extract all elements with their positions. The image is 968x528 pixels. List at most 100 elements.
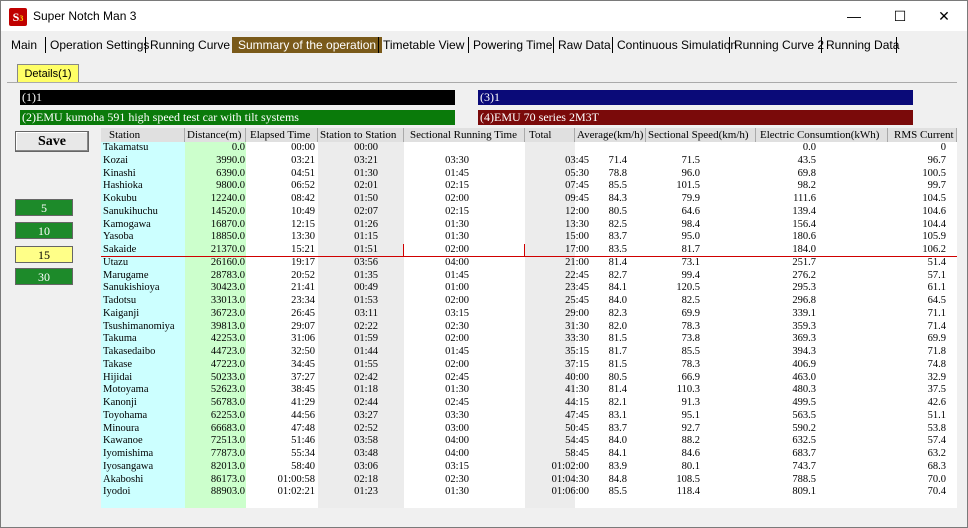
cell-sectional-running-time: 03:30 bbox=[445, 409, 469, 421]
cell-elapsed-time: 23:34 bbox=[291, 295, 315, 306]
cell-distance: 62253.0 bbox=[210, 409, 245, 421]
save-button[interactable]: Save bbox=[15, 131, 89, 152]
table-row[interactable]: Kinashi 6390.0 04:51 01:30 01:45 05:30 78.8 96.… bbox=[101, 168, 957, 181]
table-row[interactable]: Sakaide 21370.0 15:21 01:51 02:00 17:00 83.5 81… bbox=[101, 244, 957, 257]
cell-electric-consumption: 139.4 bbox=[792, 205, 816, 217]
cell-electric-consumption: 276.2 bbox=[792, 269, 816, 281]
cell-station-to-station: 01:51 bbox=[354, 244, 378, 255]
tab-summary-of-the-operation[interactable]: Summary of the operation bbox=[232, 37, 383, 53]
table-row[interactable]: Minoura 66683.0 47:48 02:52 03:00 50:45 83.7 92… bbox=[101, 423, 957, 436]
table-row[interactable]: Kanonji 56783.0 41:29 02:44 02:45 44:15 82.1 91… bbox=[101, 397, 957, 410]
tab-details-1[interactable]: Details(1) bbox=[17, 64, 79, 83]
cell-electric-consumption: 184.0 bbox=[792, 244, 816, 255]
speed-5-button[interactable]: 5 bbox=[15, 199, 73, 216]
table-row[interactable]: Takamatsu 0.0 00:00 00:00 0.0 0 bbox=[101, 142, 957, 155]
table-row[interactable]: Hijidai 50233.0 37:27 02:42 02:45 40:00 80.5 66… bbox=[101, 372, 957, 385]
table-row[interactable]: Yasoba 18850.0 13:30 01:15 01:30 15:00 83.7 95.… bbox=[101, 231, 957, 244]
cell-average-speed: 85.5 bbox=[608, 180, 627, 192]
col-header-sectional-running-time[interactable]: Sectional Running Time bbox=[404, 128, 525, 142]
tab-continuous-simulation[interactable]: Continuous Simulation bbox=[612, 37, 737, 53]
cell-distance: 47223.0 bbox=[210, 358, 245, 370]
cell-station-to-station: 01:55 bbox=[354, 358, 378, 370]
col-header-station-to-station[interactable]: Station to Station bbox=[318, 128, 404, 142]
cell-distance: 12240.0 bbox=[210, 193, 245, 204]
cell-sectional-running-time: 01:30 bbox=[445, 218, 469, 230]
table-row[interactable]: Kawanoe 72513.0 51:46 03:58 04:00 54:45 84.0 88… bbox=[101, 435, 957, 448]
table-row[interactable]: Tadotsu 33013.0 23:34 01:53 02:00 25:45 84.0 82… bbox=[101, 295, 957, 308]
tab-running-curve-2[interactable]: Running Curve 2 bbox=[729, 37, 824, 53]
table-row[interactable]: Takuma 42253.0 31:06 01:59 02:00 33:30 81.5 73.… bbox=[101, 333, 957, 346]
close-button[interactable]: ✕ bbox=[921, 1, 967, 31]
tab-powering-time[interactable]: Powering Time bbox=[468, 37, 552, 53]
table-row[interactable]: Takase 47223.0 34:45 01:55 02:00 37:15 81.5 78.… bbox=[101, 359, 957, 372]
col-header-average[interactable]: Average(km/h) bbox=[575, 128, 646, 142]
cell-distance: 66683.0 bbox=[210, 422, 245, 434]
cell-average-speed: 80.5 bbox=[608, 205, 627, 217]
cell-rms-current: 104.5 bbox=[922, 193, 946, 204]
train-bar-2: (2)EMU kumoha 591 high speed test car wi… bbox=[20, 110, 455, 125]
position-marker bbox=[403, 244, 404, 257]
maximize-button[interactable]: ☐ bbox=[877, 1, 923, 31]
tab-running-data[interactable]: Running Data bbox=[821, 37, 899, 53]
table-row[interactable]: Motoyama 52623.0 38:45 01:18 01:30 41:30 81.4 1… bbox=[101, 384, 957, 397]
cell-sectional-speed: 69.9 bbox=[681, 307, 700, 319]
tab-operation-settings[interactable]: Operation Settings bbox=[45, 37, 149, 53]
cell-sectional-running-time: 02:00 bbox=[445, 295, 469, 306]
table-row[interactable]: Hashioka 9800.0 06:52 02:01 02:15 07:45 85.5 10… bbox=[101, 180, 957, 193]
cell-elapsed-time: 10:49 bbox=[291, 205, 315, 217]
table-row[interactable]: Toyohama 62253.0 44:56 03:27 03:30 47:45 83.1 9… bbox=[101, 410, 957, 423]
cell-station-to-station: 03:21 bbox=[354, 154, 378, 166]
table-row[interactable]: Kokubu 12240.0 08:42 01:50 02:00 09:45 84.3 79.… bbox=[101, 193, 957, 206]
cell-sectional-speed: 79.9 bbox=[681, 193, 700, 204]
table-row[interactable]: Kozai 3990.0 03:21 03:21 03:30 03:45 71.4 71.5 4… bbox=[101, 155, 957, 168]
speed-30-button[interactable]: 30 bbox=[15, 268, 73, 285]
title-bar[interactable]: S3 Super Notch Man 3 — ☐ ✕ bbox=[1, 1, 967, 31]
horizontal-scrollbar[interactable] bbox=[101, 508, 957, 525]
col-header-station[interactable]: Station bbox=[101, 128, 185, 142]
cell-electric-consumption: 369.3 bbox=[792, 333, 816, 345]
cell-station: Toyohama bbox=[103, 409, 148, 421]
cell-station-to-station: 02:22 bbox=[354, 320, 378, 332]
tab-timetable-view[interactable]: Timetable View bbox=[378, 37, 464, 53]
tab-main[interactable]: Main bbox=[7, 37, 37, 53]
cell-sectional-running-time: 02:15 bbox=[445, 205, 469, 217]
table-row[interactable]: Akaboshi 86173.0 01:00:58 02:18 02:30 01:04:3… bbox=[101, 474, 957, 487]
speed-15-button[interactable]: 15 bbox=[15, 246, 73, 263]
cell-sectional-speed: 118.4 bbox=[676, 486, 700, 498]
speed-10-button[interactable]: 10 bbox=[15, 222, 73, 239]
col-header-electric-consumption[interactable]: Electric Consumtion(kWh) bbox=[756, 128, 888, 142]
cell-station-to-station: 03:48 bbox=[354, 448, 378, 459]
col-header-total[interactable]: Total bbox=[525, 128, 575, 142]
table-row[interactable]: Kamogawa 16870.0 12:15 01:26 01:30 13:30 82.5 9… bbox=[101, 219, 957, 232]
cell-distance: 77873.0 bbox=[210, 448, 245, 459]
minimize-button[interactable]: — bbox=[831, 1, 877, 31]
cell-rms-current: 61.1 bbox=[927, 282, 946, 294]
col-header-elapsed-time[interactable]: Elapsed Time bbox=[246, 128, 318, 142]
col-header-rms-current[interactable]: RMS Current bbox=[888, 128, 957, 142]
table-row[interactable]: Kaiganji 36723.0 26:45 03:11 03:15 29:00 82.3 6… bbox=[101, 308, 957, 321]
table-row[interactable]: Marugame 28783.0 20:52 01:35 01:45 22:45 82.7 9… bbox=[101, 270, 957, 283]
cell-rms-current: 53.8 bbox=[927, 422, 946, 434]
cell-average-speed: 82.7 bbox=[608, 269, 627, 281]
tab-bar: Main Operation Settings Running Curve Su… bbox=[1, 31, 967, 57]
table-row[interactable]: Takasedaibo 44723.0 32:50 01:44 01:45 35:15 81… bbox=[101, 346, 957, 359]
cell-average-speed: 71.4 bbox=[608, 154, 627, 166]
table-row[interactable]: Utazu 26160.0 19:17 03:56 04:00 21:00 81.4 73.1… bbox=[101, 257, 957, 270]
col-header-sectional-speed[interactable]: Sectional Speed(km/h) bbox=[646, 128, 756, 142]
cell-sectional-running-time: 03:30 bbox=[445, 154, 469, 166]
table-row[interactable]: Sanukishioya 30423.0 21:41 00:49 01:00 23:45 8… bbox=[101, 282, 957, 295]
summary-table[interactable]: Station Distance(m) Elapsed Time Station… bbox=[101, 128, 957, 508]
cell-station-to-station: 03:11 bbox=[354, 307, 378, 319]
cell-rms-current: 104.6 bbox=[922, 205, 946, 217]
table-row[interactable]: Sanukihuchu 14520.0 10:49 02:07 02:15 12:00 80… bbox=[101, 206, 957, 219]
cell-sectional-speed: 99.4 bbox=[681, 269, 700, 281]
col-header-distance[interactable]: Distance(m) bbox=[185, 128, 246, 142]
table-row[interactable]: Iyosangawa 82013.0 58:40 03:06 03:15 01:02:00… bbox=[101, 461, 957, 474]
tab-running-curve[interactable]: Running Curve bbox=[145, 37, 230, 53]
table-row[interactable]: Tsushimanomiya 39813.0 29:07 02:22 02:30 31:3… bbox=[101, 321, 957, 334]
table-row[interactable]: Iyodoi 88903.0 01:02:21 01:23 01:30 01:06:00 8… bbox=[101, 486, 957, 499]
cell-station-to-station: 01:23 bbox=[354, 486, 378, 498]
train-bar-4: (4)EMU 70 series 2M3T bbox=[478, 110, 913, 125]
tab-raw-data[interactable]: Raw Data bbox=[553, 37, 611, 53]
table-row[interactable]: Iyomishima 77873.0 55:34 03:48 04:00 58:45 84.… bbox=[101, 448, 957, 461]
